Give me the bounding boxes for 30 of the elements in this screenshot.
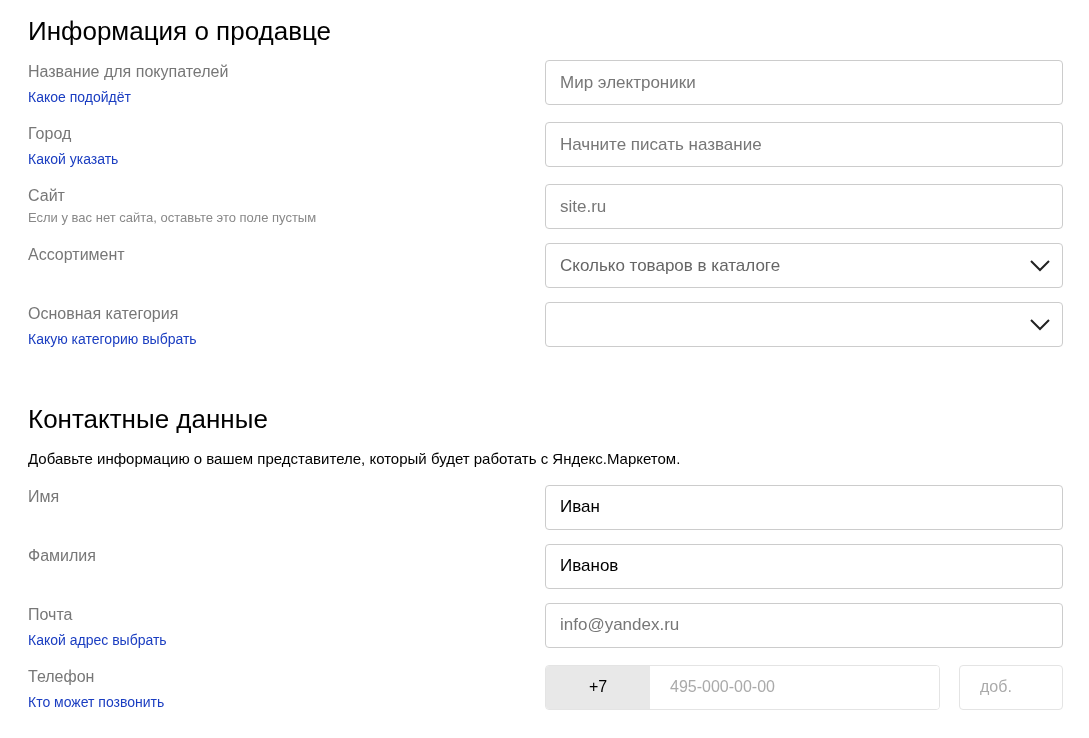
field-label: Фамилия — [28, 545, 96, 566]
field-label: Название для покупателей — [28, 62, 229, 82]
text-field[interactable]: site.ru — [545, 184, 1063, 229]
text-field[interactable]: Иванов — [545, 543, 1063, 589]
text-field[interactable]: Мир электроники — [545, 60, 1063, 105]
text-field[interactable]: Начните писать название — [545, 122, 1063, 167]
help-link[interactable]: Кто может позвонить — [28, 691, 165, 713]
help-link[interactable]: Какой адрес выбрать — [28, 629, 167, 651]
field-label: Ассортимент — [28, 245, 125, 265]
field-label: Телефон — [28, 666, 95, 687]
dropdown[interactable]: Сколько товаров в каталоге — [545, 243, 1063, 288]
section-title: Информация о продавце — [28, 15, 333, 48]
field-note: Если у вас нет сайта, оставьте это поле пустым — [28, 209, 317, 227]
field-label: Почта — [28, 604, 73, 625]
phone-field[interactable]: +7 495-000-00-00 — [545, 664, 940, 710]
dropdown[interactable] — [545, 302, 1063, 347]
field-label: Город — [28, 124, 72, 144]
help-link[interactable]: Какую категорию выбрать — [28, 329, 197, 350]
field-label: Сайт — [28, 186, 65, 206]
field-label: Основная категория — [28, 304, 179, 324]
text-field[interactable]: Иван — [545, 484, 1063, 530]
section-description: Добавьте информацию о вашем представителе, который будет работать с Яндекс.Маркетом. — [28, 449, 682, 469]
extension-field[interactable]: доб. — [959, 664, 1063, 710]
field-label: Имя — [28, 486, 60, 507]
text-field[interactable]: info@yandex.ru — [545, 602, 1063, 648]
help-link[interactable]: Какой указать — [28, 149, 119, 170]
section-title: Контактные данные — [28, 403, 269, 436]
chevron-down-icon — [1030, 259, 1050, 272]
chevron-down-icon — [1030, 318, 1050, 331]
help-link[interactable]: Какое подойдёт — [28, 87, 131, 108]
